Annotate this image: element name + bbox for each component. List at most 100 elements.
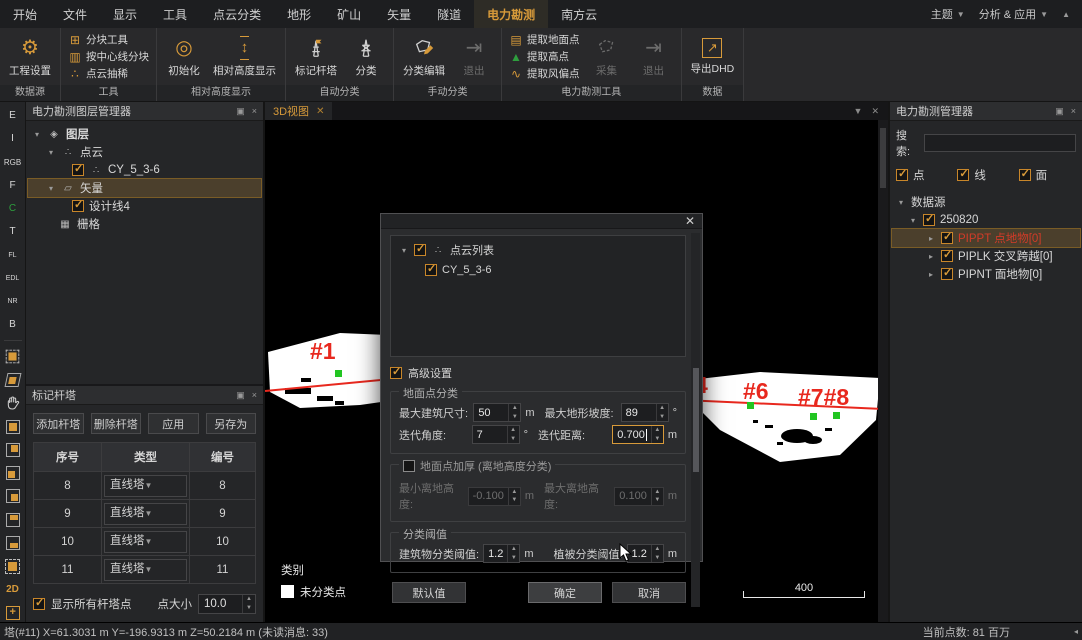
chevron-expanded-icon[interactable]: ▾ xyxy=(46,184,56,193)
menu-tab-file[interactable]: 文件 xyxy=(50,0,100,28)
tree-item-pointcloud-cy536[interactable]: ∴ CY_5_3-6 xyxy=(28,161,261,179)
close-view-icon[interactable]: ✕ xyxy=(871,106,879,117)
iteration-angle-stepper[interactable]: 7▲▼ xyxy=(472,425,520,444)
view-back-cube-icon[interactable] xyxy=(2,440,24,459)
extract-high-points-button[interactable]: ▲提取高点 xyxy=(509,49,580,64)
ok-button[interactable]: 确定 xyxy=(528,582,602,603)
tree-item-pipnt[interactable]: ▸ PIPNT 面地物[0] xyxy=(892,265,1080,283)
default-values-button[interactable]: 默认值 xyxy=(392,582,466,603)
chevron-expanded-icon[interactable]: ▾ xyxy=(399,246,409,255)
intensity-icon[interactable]: I xyxy=(2,129,24,148)
tower-type-dropdown[interactable]: 直线塔▼ xyxy=(104,475,187,497)
rgb-icon[interactable]: RGB xyxy=(2,152,24,171)
edl-icon[interactable]: EDL xyxy=(2,269,24,288)
classification-f-icon[interactable]: F xyxy=(2,176,24,195)
classify-edit-button[interactable]: 分类编辑 xyxy=(401,36,447,78)
menu-tab-south-cloud[interactable]: 南方云 xyxy=(548,0,610,28)
pan-hand-icon[interactable] xyxy=(2,394,24,413)
chevron-expanded-icon[interactable]: ▾ xyxy=(896,198,906,207)
chevron-expanded-icon[interactable]: ▾ xyxy=(46,148,56,157)
chevron-expanded-icon[interactable]: ▾ xyxy=(32,130,42,139)
search-input[interactable] xyxy=(924,134,1076,152)
blend-icon[interactable]: B xyxy=(2,315,24,334)
show-all-towers-checkbox[interactable] xyxy=(33,598,45,610)
close-panel-icon[interactable]: × xyxy=(252,106,257,116)
theme-dropdown[interactable]: 主题▼ xyxy=(931,6,965,22)
zoom-extents-icon[interactable] xyxy=(2,556,24,575)
tower-type-dropdown[interactable]: 直线塔▼ xyxy=(104,559,187,581)
extract-wind-points-button[interactable]: ∿提取风偏点 xyxy=(509,66,580,81)
tree-item-pointcloud-list[interactable]: ▾ ∴ 点云列表 xyxy=(395,241,681,259)
collapse-ribbon-icon[interactable]: ▲ xyxy=(1062,10,1070,19)
view-front-cube-icon[interactable] xyxy=(2,417,24,436)
menu-tab-tunnel[interactable]: 隧道 xyxy=(424,0,474,28)
nr-mode-icon[interactable]: NR xyxy=(2,292,24,311)
analysis-app-dropdown[interactable]: 分析 & 应用▼ xyxy=(979,6,1048,22)
chevron-collapsed-icon[interactable]: ▸ xyxy=(926,252,936,261)
tree-item-pointcloud-group[interactable]: ▾ ∴ 点云 xyxy=(28,143,261,161)
spin-down-icon[interactable]: ▼ xyxy=(243,604,255,613)
close-tab-icon[interactable]: ✕ xyxy=(316,106,324,117)
tower-type-dropdown[interactable]: 直线塔▼ xyxy=(104,503,187,525)
spin-up-icon[interactable]: ▲ xyxy=(243,595,255,604)
relative-height-display-button[interactable]: ↕ 相对高度显示 xyxy=(211,36,278,78)
elevation-colormap-icon[interactable]: E xyxy=(2,106,24,125)
exit-tools-button[interactable]: ⇥ 退出 xyxy=(634,36,674,78)
checkbox-checked[interactable] xyxy=(941,268,953,280)
project-settings-button[interactable]: ⚙ 工程设置 xyxy=(7,36,53,78)
tree-item-layers[interactable]: ▾ ◈ 图层 xyxy=(28,125,261,143)
menu-tab-power-survey[interactable]: 电力勘测 xyxy=(474,0,548,28)
dialog-scrollbar[interactable] xyxy=(691,233,700,607)
apply-button[interactable]: 应用 xyxy=(148,413,199,434)
chevron-expanded-icon[interactable]: ▾ xyxy=(908,216,918,225)
iteration-distance-stepper[interactable]: 0.700▲▼ xyxy=(612,425,664,444)
initialize-button[interactable]: ◎ 初始化 xyxy=(164,36,204,78)
tab-3d-view[interactable]: 3D视图 ✕ xyxy=(265,102,332,120)
menu-tab-mine[interactable]: 矿山 xyxy=(324,0,374,28)
float-panel-icon[interactable]: ▣ xyxy=(236,106,245,117)
add-tower-button[interactable]: 添加杆塔 xyxy=(33,413,84,434)
save-as-button[interactable]: 另存为 xyxy=(206,413,257,434)
fl-mode-icon[interactable]: FL xyxy=(2,245,24,264)
delete-tower-button[interactable]: 删除杆塔 xyxy=(91,413,142,434)
tree-item-dataset-250820[interactable]: ▾ 250820 xyxy=(892,211,1080,229)
checkbox-checked[interactable] xyxy=(923,214,935,226)
collect-button[interactable]: 采集 xyxy=(587,36,627,78)
centerline-block-button[interactable]: ▥按中心线分块 xyxy=(68,49,149,64)
menu-tab-terrain[interactable]: 地形 xyxy=(274,0,324,28)
table-row[interactable]: 8 直线塔▼ 8 xyxy=(34,471,255,499)
close-panel-icon[interactable]: × xyxy=(1071,106,1076,116)
block-tool-button[interactable]: ⊞分块工具 xyxy=(68,32,149,47)
float-panel-icon[interactable]: ▣ xyxy=(236,390,245,401)
float-panel-icon[interactable]: ▣ xyxy=(1055,106,1064,117)
checkbox-checked[interactable] xyxy=(941,250,953,262)
view-right-cube-icon[interactable] xyxy=(2,487,24,506)
view-top-cube-icon[interactable] xyxy=(2,510,24,529)
checkbox-checked[interactable] xyxy=(72,200,84,212)
class-tree-icon[interactable]: C xyxy=(2,199,24,218)
exit-manual-classify-button[interactable]: ⇥ 退出 xyxy=(454,36,494,78)
time-icon[interactable]: T xyxy=(2,222,24,241)
menu-tab-vector[interactable]: 矢量 xyxy=(374,0,424,28)
table-row[interactable]: 11 直线塔▼ 11 xyxy=(34,555,255,583)
menu-tab-pointcloud-classify[interactable]: 点云分类 xyxy=(200,0,274,28)
chevron-collapsed-icon[interactable]: ▸ xyxy=(926,234,936,243)
tree-item-piplk[interactable]: ▸ PIPLK 交叉跨越[0] xyxy=(892,247,1080,265)
checkbox-checked[interactable] xyxy=(414,244,426,256)
advanced-settings-checkbox[interactable] xyxy=(390,367,402,379)
building-threshold-stepper[interactable]: 1.2▲▼ xyxy=(483,544,520,563)
export-dhd-button[interactable]: ↗ 导出DHD xyxy=(689,38,737,76)
extract-ground-points-button[interactable]: ▤提取地面点 xyxy=(509,32,580,47)
checkbox-checked[interactable] xyxy=(72,164,84,176)
box-select-icon[interactable] xyxy=(2,347,24,366)
table-row[interactable]: 9 直线塔▼ 9 xyxy=(34,499,255,527)
tree-item-datasource[interactable]: ▾ 数据源 xyxy=(892,193,1080,211)
classify-button[interactable]: 分类 xyxy=(346,36,386,78)
checkbox-checked[interactable] xyxy=(941,232,953,244)
max-terrain-slope-stepper[interactable]: 89▲▼ xyxy=(621,403,669,422)
tab-list-icon[interactable]: ▼ xyxy=(854,106,863,116)
close-panel-icon[interactable]: × xyxy=(252,390,257,400)
2d-view-icon[interactable]: 2D xyxy=(2,580,24,599)
view-left-cube-icon[interactable] xyxy=(2,464,24,483)
thin-pointcloud-button[interactable]: ∴点云抽稀 xyxy=(68,66,149,81)
